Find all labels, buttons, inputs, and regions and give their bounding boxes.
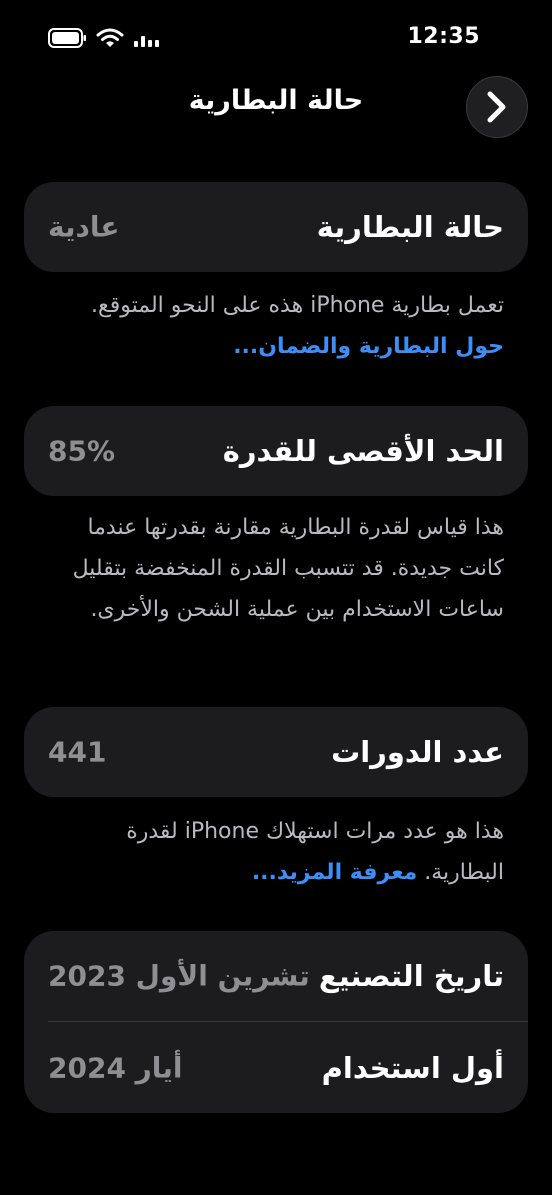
dates-card: تاريخ التصنيع تشرين الأول 2023 أول استخد… (24, 931, 528, 1113)
max-capacity-label: الحد الأقصى للقدرة (222, 434, 504, 468)
battery-health-description-text: تعمل بطارية iPhone هذه على النحو المتوقع… (91, 293, 504, 318)
cycle-count-label: عدد الدورات (331, 735, 504, 769)
manufacture-date-row: تاريخ التصنيع تشرين الأول 2023 (24, 931, 528, 1021)
first-use-row: أول استخدام أيار 2024 (24, 1023, 528, 1113)
battery-health-row: حالة البطارية عادية (24, 182, 528, 272)
status-bar: 12:35 (0, 0, 552, 70)
battery-health-card: حالة البطارية عادية (24, 182, 528, 272)
learn-more-link[interactable]: معرفة المزيد... (252, 860, 417, 885)
cycle-count-row: عدد الدورات 441 (24, 707, 528, 797)
cycle-count-description: هذا هو عدد مرات استهلاك iPhone لقدرة الب… (44, 811, 504, 893)
battery-health-label: حالة البطارية (316, 210, 504, 244)
max-capacity-description: هذا قياس لقدرة البطارية مقارنة بقدرتها ع… (44, 507, 504, 630)
back-button[interactable] (466, 76, 528, 138)
max-capacity-value: 85% (48, 434, 116, 468)
row-divider (48, 1021, 528, 1022)
battery-health-value: عادية (48, 210, 120, 244)
battery-health-description: تعمل بطارية iPhone هذه على النحو المتوقع… (44, 285, 504, 367)
status-time: 12:35 (407, 24, 480, 49)
chevron-right-icon (487, 91, 506, 123)
first-use-value: أيار 2024 (48, 1051, 183, 1085)
manufacture-date-value: تشرين الأول 2023 (48, 959, 310, 993)
max-capacity-card: الحد الأقصى للقدرة 85% (24, 406, 528, 496)
wifi-icon (96, 28, 124, 47)
battery-warranty-link[interactable]: حول البطارية والضمان... (233, 334, 504, 359)
first-use-label: أول استخدام (321, 1051, 504, 1085)
max-capacity-description-text: هذا قياس لقدرة البطارية مقارنة بقدرتها ع… (72, 515, 504, 622)
cycle-count-card: عدد الدورات 441 (24, 707, 528, 797)
max-capacity-row: الحد الأقصى للقدرة 85% (24, 406, 528, 496)
battery-icon (48, 28, 86, 48)
cycle-count-value: 441 (48, 735, 107, 769)
signal-icon (134, 36, 159, 47)
manufacture-date-label: تاريخ التصنيع (318, 959, 504, 993)
